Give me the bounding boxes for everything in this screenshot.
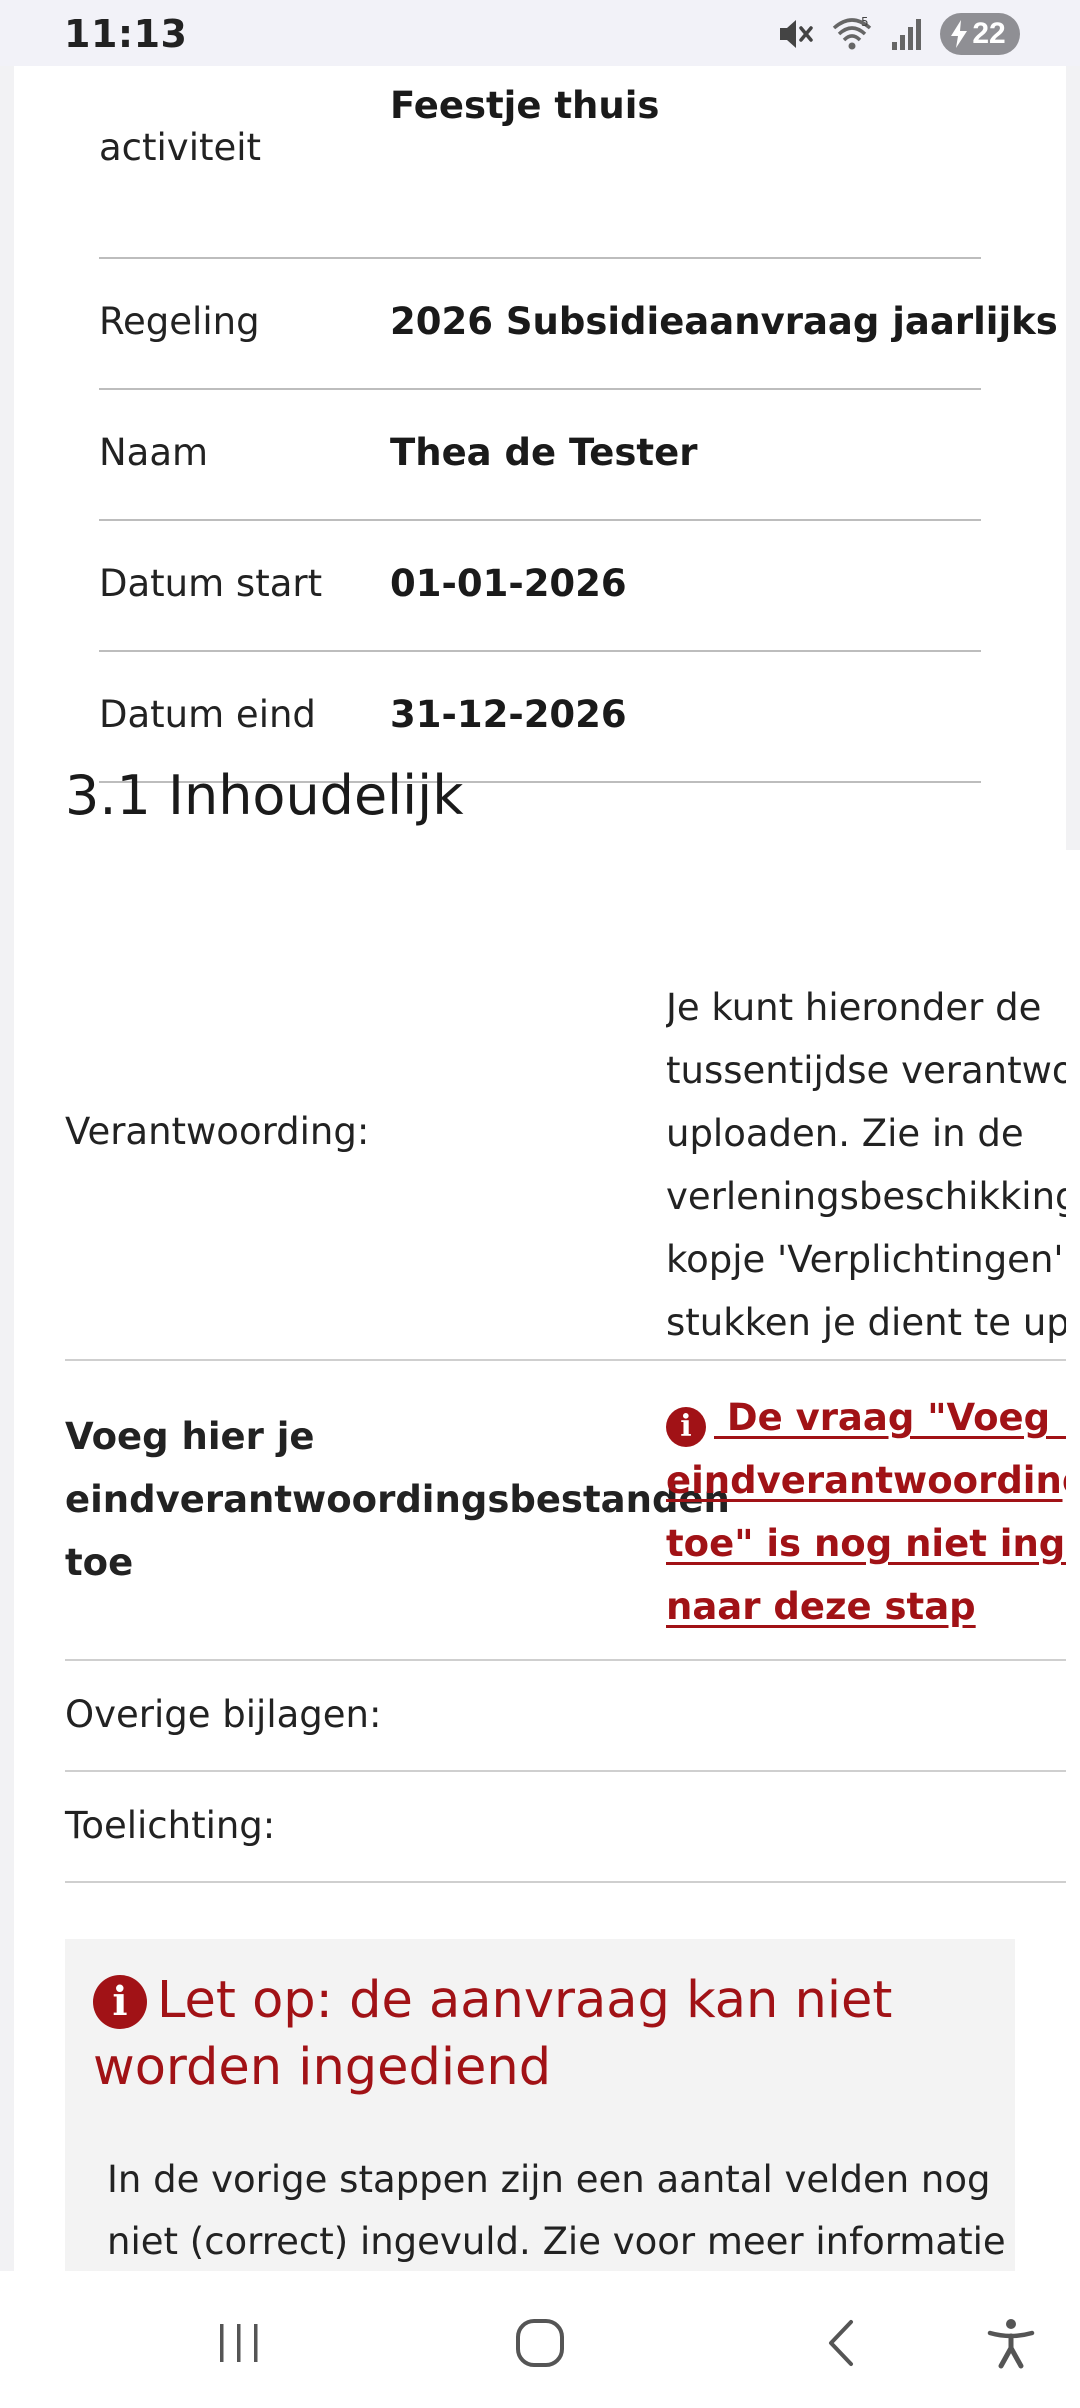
detail-label: Regeling bbox=[99, 300, 260, 343]
back-button[interactable] bbox=[803, 2303, 883, 2383]
alert-text: In de vorige stappen zijn een aantal vel… bbox=[107, 2158, 1006, 2263]
info-icon: i bbox=[666, 1407, 706, 1447]
verantwoording-text: Je kunt hieronder de tussentijdse verant… bbox=[666, 976, 1066, 1354]
status-icons: 5 22 bbox=[774, 12, 1020, 56]
form-label: Overige bijlagen: bbox=[65, 1693, 382, 1736]
detail-row-regeling: Regeling 2026 Subsidieaanvraag jaarlijks bbox=[99, 259, 1058, 390]
navigation-bar bbox=[0, 2271, 1080, 2408]
charging-bolt-icon bbox=[951, 20, 968, 48]
status-time: 11:13 bbox=[64, 12, 188, 56]
detail-value: 2026 Subsidieaanvraag jaarlijks bbox=[390, 300, 1058, 343]
accessibility-icon bbox=[987, 2319, 1035, 2369]
label-line: toe bbox=[65, 1541, 134, 1584]
overflow-strip bbox=[1066, 850, 1080, 2271]
text-line: stukken je dient te uploaden. bbox=[666, 1301, 1066, 1344]
info-icon: i bbox=[93, 1975, 147, 2029]
detail-row-activiteit: Feestje thuis activiteit bbox=[99, 66, 981, 259]
form-row-overige-bijlagen: Overige bijlagen: bbox=[65, 1661, 1066, 1772]
text-line: tussentijdse verantwoording bbox=[666, 1049, 1066, 1092]
form-label: Toelichting: bbox=[65, 1804, 276, 1847]
detail-label: Datum start bbox=[99, 562, 323, 605]
label-line: Voeg hier je bbox=[65, 1415, 315, 1458]
detail-row-datum-start: Datum start 01-01-2026 bbox=[99, 521, 981, 652]
alert-title-text: Let op: de aanvraag kan niet worden inge… bbox=[93, 1971, 893, 2097]
detail-value: Thea de Tester bbox=[390, 431, 698, 474]
form-row-toelichting: Toelichting: bbox=[65, 1772, 1066, 1883]
error-link-text[interactable]: De vraag "Voeg hier je bbox=[714, 1396, 1066, 1439]
error-link-text[interactable]: toe" is nog niet ingevuld. Ga bbox=[666, 1522, 1066, 1565]
home-button[interactable] bbox=[500, 2303, 580, 2383]
detail-row-naam: Naam Thea de Tester bbox=[99, 390, 981, 521]
error-link-text[interactable]: eindverantwoordingsbestanden bbox=[666, 1459, 1066, 1502]
form-row-verantwoording: Verantwoording: Je kunt hieronder de tus… bbox=[65, 916, 1066, 1361]
svg-text:5: 5 bbox=[861, 15, 869, 29]
detail-label: activiteit bbox=[99, 126, 262, 169]
detail-value: 31-12-2026 bbox=[390, 693, 627, 736]
text-line: verleningsbeschikking onder bbox=[666, 1175, 1066, 1218]
detail-label: Naam bbox=[99, 431, 209, 474]
home-icon bbox=[516, 2319, 564, 2367]
mute-icon bbox=[774, 14, 814, 54]
status-bar: 11:13 5 22 bbox=[0, 0, 1080, 66]
signal-icon bbox=[890, 14, 924, 54]
recent-apps-button[interactable] bbox=[199, 2303, 279, 2383]
text-line: Je kunt hieronder de bbox=[666, 986, 1042, 1029]
alert-title: i Let op: de aanvraag kan niet worden ing… bbox=[93, 1967, 993, 2101]
detail-value: 01-01-2026 bbox=[390, 562, 627, 605]
section-title: 3.1 Inhoudelijk bbox=[65, 764, 464, 827]
text-line: kopje 'Verplichtingen' welke bbox=[666, 1238, 1066, 1281]
battery-icon: 22 bbox=[940, 13, 1020, 55]
error-link-text[interactable]: naar deze stap bbox=[666, 1585, 976, 1628]
form-row-eindverantwoording: Voeg hier je eindverantwoordingsbestande… bbox=[65, 1361, 1066, 1661]
recent-apps-icon bbox=[220, 2324, 258, 2362]
back-icon bbox=[829, 2320, 853, 2366]
form-label: Voeg hier je eindverantwoordingsbestande… bbox=[65, 1405, 730, 1594]
error-link[interactable]: i De vraag "Voeg hier je eindverantwoord… bbox=[666, 1386, 1066, 1638]
wifi-icon: 5 bbox=[830, 14, 874, 54]
detail-label: Datum eind bbox=[99, 693, 316, 736]
text-line: uploaden. Zie in de bbox=[666, 1112, 1024, 1155]
accessibility-button[interactable] bbox=[971, 2303, 1051, 2383]
battery-level: 22 bbox=[972, 17, 1006, 50]
label-line: eindverantwoordingsbestanden bbox=[65, 1478, 730, 1521]
form-label: Verantwoording: bbox=[65, 1110, 370, 1153]
detail-value: Feestje thuis bbox=[390, 84, 660, 127]
